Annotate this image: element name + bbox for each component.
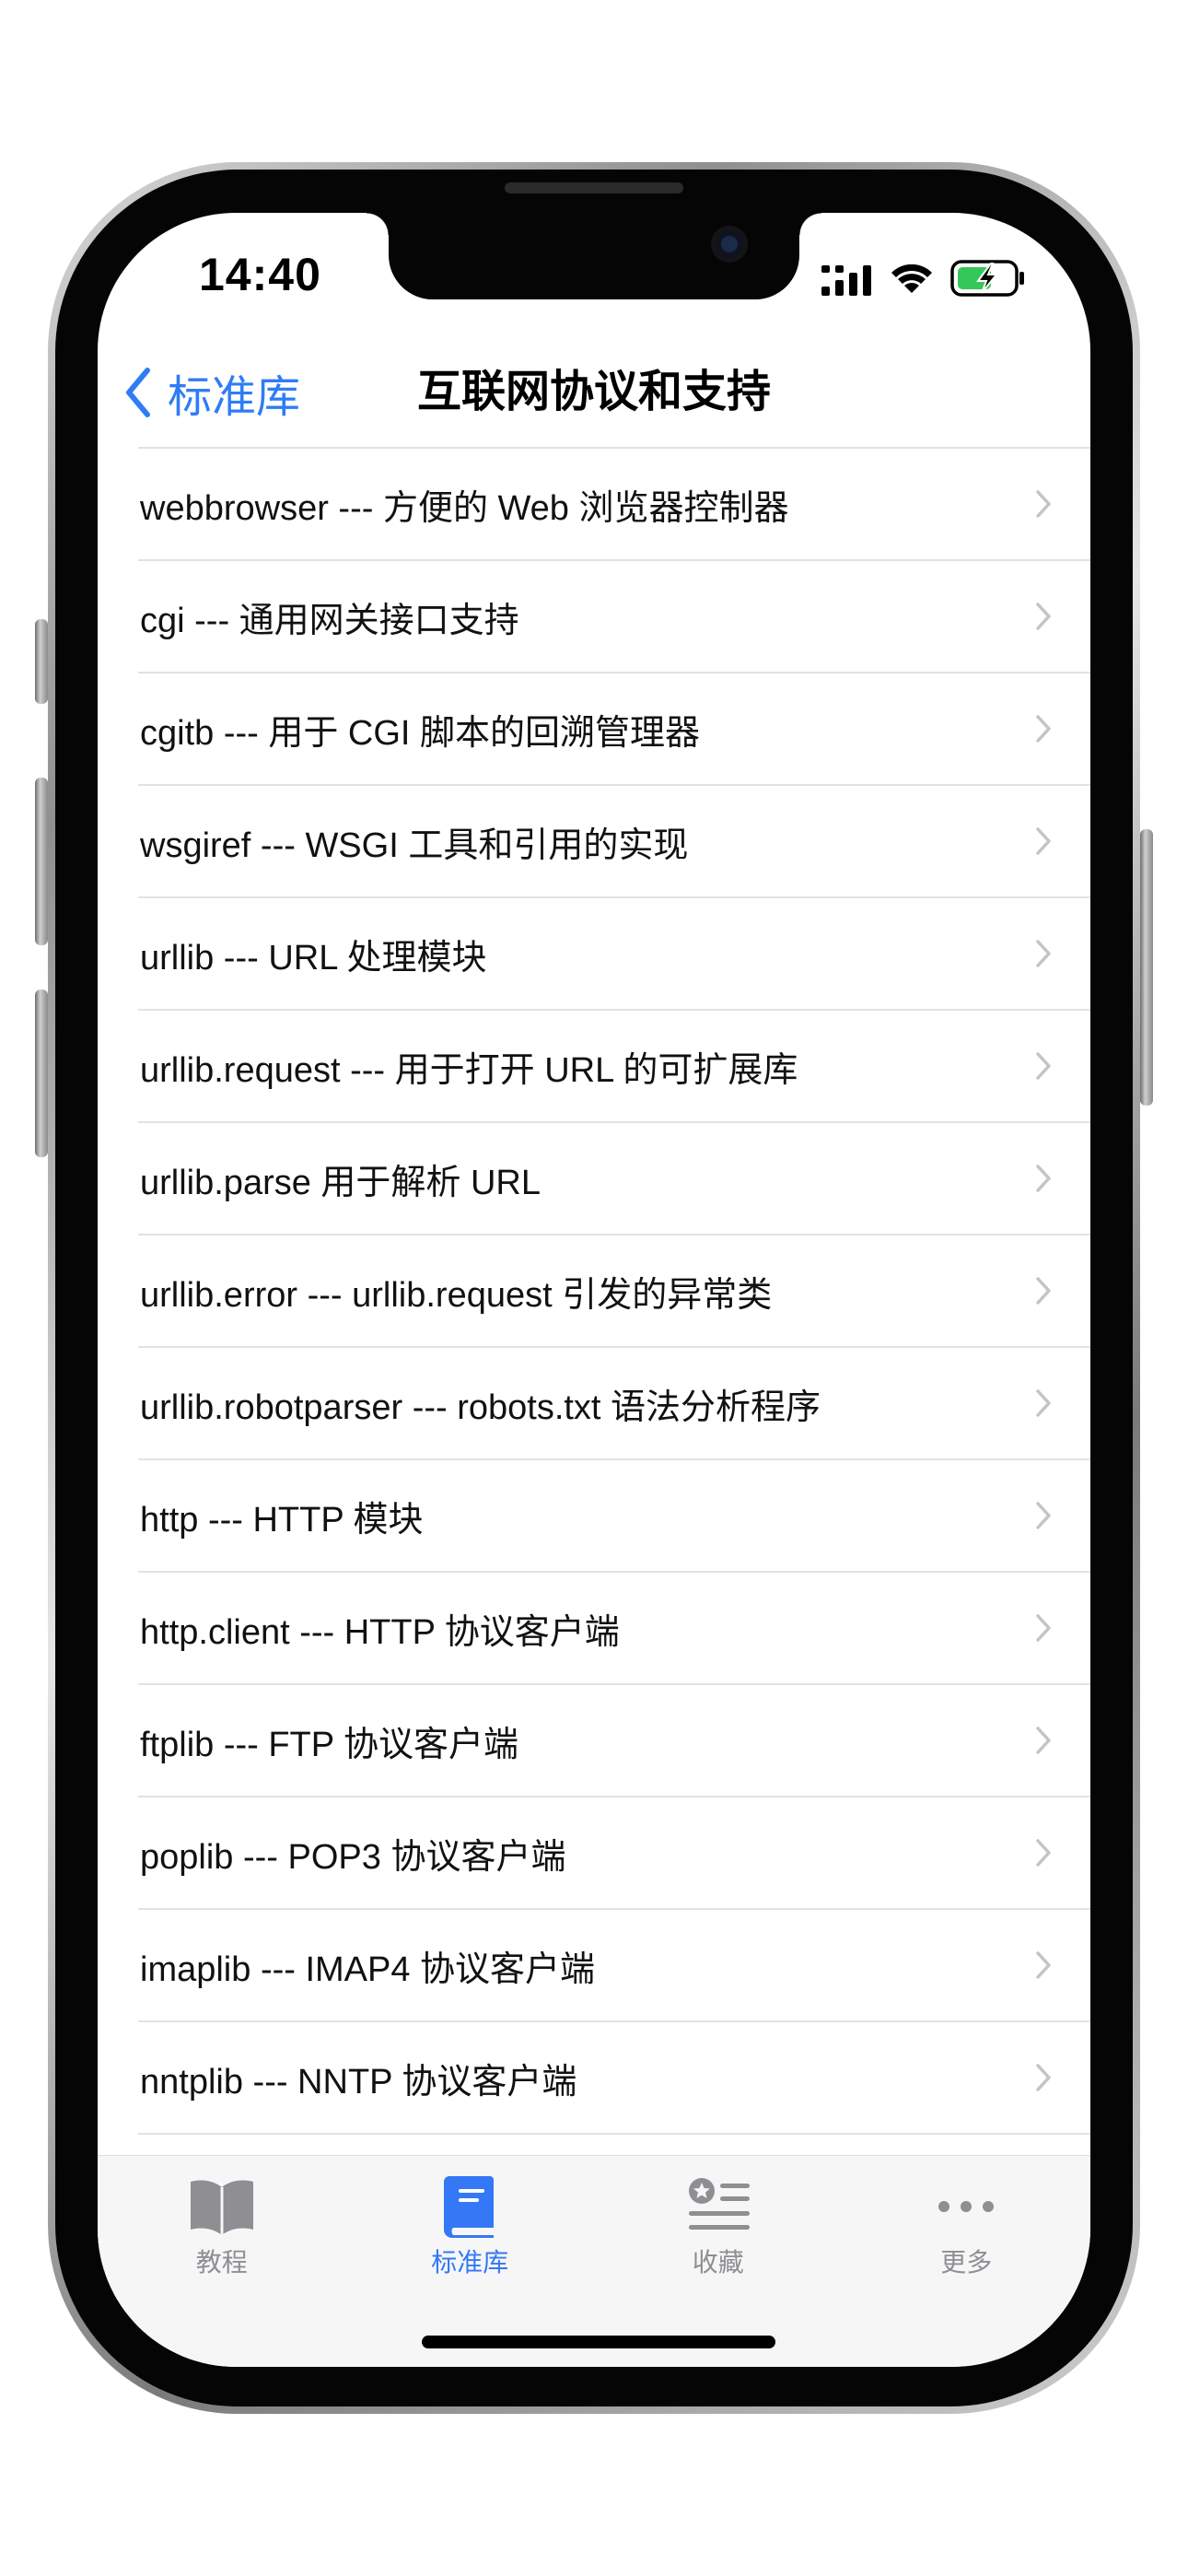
chevron-right-icon bbox=[1036, 1165, 1051, 1192]
power-button bbox=[1140, 829, 1153, 1106]
module-list[interactable]: webbrowser --- 方便的 Web 浏览器控制器 cgi --- 通用… bbox=[98, 447, 1090, 2367]
list-item[interactable]: cgi --- 通用网关接口支持 bbox=[138, 559, 1090, 672]
status-time: 14:40 bbox=[199, 249, 321, 300]
back-button[interactable]: 标准库 bbox=[122, 360, 300, 425]
list-item-label: nntplib --- NNTP 协议客户端 bbox=[140, 2062, 577, 2102]
chevron-left-icon bbox=[126, 368, 150, 417]
back-button-label: 标准库 bbox=[168, 373, 301, 422]
list-item[interactable]: imaplib --- IMAP4 协议客户端 bbox=[138, 1908, 1090, 2020]
list-item[interactable]: http.client --- HTTP 协议客户端 bbox=[138, 1571, 1090, 1683]
chevron-right-icon bbox=[1036, 490, 1051, 518]
list-item-label: cgi --- 通用网关接口支持 bbox=[140, 601, 519, 640]
home-indicator[interactable] bbox=[422, 2336, 775, 2348]
list-item-label: wsgiref --- WSGI 工具和引用的实现 bbox=[140, 825, 689, 865]
list-item[interactable]: wsgiref --- WSGI 工具和引用的实现 bbox=[138, 784, 1090, 896]
book-closed-icon bbox=[444, 2176, 495, 2238]
chevron-right-icon bbox=[1036, 1614, 1051, 1642]
chevron-right-icon bbox=[1036, 1277, 1051, 1305]
list-item-label: urllib.parse 用于解析 URL bbox=[140, 1163, 541, 1202]
tab-more[interactable]: 更多 bbox=[843, 2156, 1091, 2367]
chevron-right-icon bbox=[1036, 1727, 1051, 1754]
screen: 14:40 标准库 互联网协议和支持 webbrowser --- 方便的 We… bbox=[98, 213, 1090, 2367]
list-item[interactable]: webbrowser --- 方便的 Web 浏览器控制器 bbox=[138, 447, 1090, 559]
chevron-right-icon bbox=[1036, 1052, 1051, 1080]
list-item-label: http.client --- HTTP 协议客户端 bbox=[140, 1612, 620, 1652]
list-item-label: urllib.request --- 用于打开 URL 的可扩展库 bbox=[140, 1050, 798, 1090]
list-item-label: cgitb --- 用于 CGI 脚本的回溯管理器 bbox=[140, 713, 701, 753]
chevron-right-icon bbox=[1036, 715, 1051, 743]
chevron-right-icon bbox=[1036, 1839, 1051, 1867]
earpiece-speaker bbox=[505, 182, 683, 193]
cellular-signal-icon bbox=[821, 265, 871, 296]
volume-down-button bbox=[35, 989, 48, 1157]
device-mockup: 14:40 标准库 互联网协议和支持 webbrowser --- 方便的 We… bbox=[0, 0, 1188, 2576]
book-open-icon bbox=[190, 2180, 253, 2235]
list-item[interactable]: urllib --- URL 处理模块 bbox=[138, 896, 1090, 1009]
chevron-right-icon bbox=[1036, 1389, 1051, 1417]
list-item-label: urllib.error --- urllib.request 引发的异常类 bbox=[140, 1275, 773, 1315]
tab-tutorial[interactable]: 教程 bbox=[98, 2156, 346, 2367]
list-item[interactable]: urllib.robotparser --- robots.txt 语法分析程序 bbox=[138, 1346, 1090, 1458]
wifi-icon bbox=[891, 264, 932, 293]
list-item[interactable]: ftplib --- FTP 协议客户端 bbox=[138, 1683, 1090, 1796]
volume-up-button bbox=[35, 778, 48, 945]
list-item-label: poplib --- POP3 协议客户端 bbox=[140, 1837, 566, 1877]
silent-switch bbox=[35, 619, 48, 704]
list-item[interactable]: cgitb --- 用于 CGI 脚本的回溯管理器 bbox=[138, 672, 1090, 784]
list-item-label: webbrowser --- 方便的 Web 浏览器控制器 bbox=[140, 488, 789, 528]
list-item[interactable]: urllib.request --- 用于打开 URL 的可扩展库 bbox=[138, 1009, 1090, 1121]
chevron-right-icon bbox=[1036, 827, 1051, 855]
tab-label: 更多 bbox=[940, 2248, 993, 2277]
page-title: 互联网协议和支持 bbox=[416, 368, 771, 416]
chevron-right-icon bbox=[1036, 1951, 1051, 1979]
list-item[interactable]: http --- HTTP 模块 bbox=[138, 1458, 1090, 1571]
tab-label: 收藏 bbox=[692, 2248, 744, 2277]
list-item[interactable]: urllib.error --- urllib.request 引发的异常类 bbox=[138, 1234, 1090, 1346]
list-item-label: imaplib --- IMAP4 协议客户端 bbox=[140, 1950, 596, 1989]
chevron-right-icon bbox=[1036, 2064, 1051, 2091]
ellipsis-icon bbox=[938, 2201, 995, 2212]
chevron-right-icon bbox=[1036, 603, 1051, 630]
list-item[interactable]: urllib.parse 用于解析 URL bbox=[138, 1121, 1090, 1234]
list-item[interactable]: nntplib --- NNTP 协议客户端 bbox=[138, 2020, 1090, 2133]
chevron-right-icon bbox=[1036, 940, 1051, 967]
chevron-right-icon bbox=[1036, 1502, 1051, 1529]
list-item-label: ftplib --- FTP 协议客户端 bbox=[140, 1725, 518, 1764]
list-item[interactable]: poplib --- POP3 协议客户端 bbox=[138, 1796, 1090, 1908]
notch bbox=[367, 213, 821, 299]
list-item-label: http --- HTTP 模块 bbox=[140, 1500, 424, 1540]
battery-charging-icon bbox=[950, 260, 1024, 297]
tab-label: 教程 bbox=[195, 2248, 248, 2277]
tab-label: 标准库 bbox=[431, 2248, 509, 2277]
star-list-icon bbox=[688, 2178, 750, 2230]
list-item-label: urllib.robotparser --- robots.txt 语法分析程序 bbox=[140, 1388, 821, 1427]
front-camera bbox=[711, 226, 748, 263]
list-item-label: urllib --- URL 处理模块 bbox=[140, 938, 487, 978]
